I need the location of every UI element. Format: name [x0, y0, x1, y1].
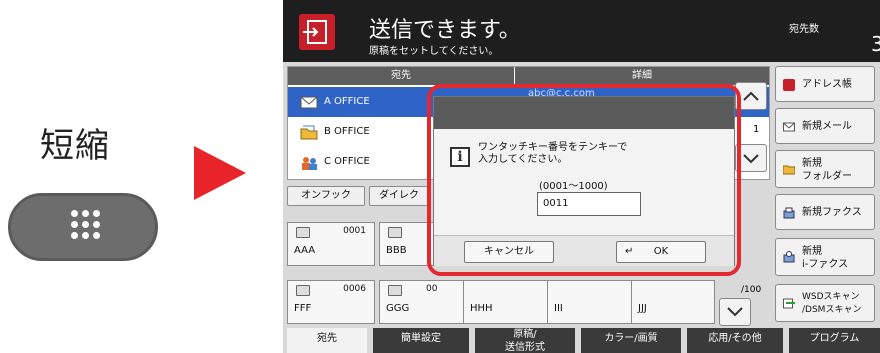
status-title: 送信できます。 — [369, 18, 521, 43]
new-ifax-button[interactable]: 新規 i-ファクス — [775, 238, 875, 276]
right-arrow-icon — [194, 146, 246, 200]
destination-count-label: 宛先数 — [789, 24, 819, 35]
direct-button[interactable]: ダイレク — [369, 186, 429, 206]
button-label: アドレス帳 — [802, 79, 852, 90]
one-touch-key[interactable]: 00 GGG — [379, 280, 467, 324]
key-name: HHH — [470, 303, 493, 314]
wsd-scan-button[interactable]: WSDスキャン /DSMスキャン — [775, 284, 875, 322]
list-page-indicator: 1 — [753, 124, 760, 135]
folder-icon — [782, 163, 796, 175]
one-touch-key[interactable]: III — [547, 280, 635, 324]
button-label: 新規メール — [802, 121, 852, 132]
shortcut-label: 短縮 — [40, 126, 110, 166]
destination-count: 3 — [871, 32, 880, 56]
ifax-icon — [783, 251, 795, 263]
key-name: AAA — [294, 245, 316, 256]
key-name: JJJ — [638, 303, 647, 314]
tab-program[interactable]: プログラム — [789, 328, 880, 353]
address-book-icon — [783, 79, 795, 91]
destination-name: B OFFICE — [324, 126, 370, 137]
button-label: 新規 i-ファクス — [802, 246, 849, 270]
folder-icon — [300, 124, 318, 140]
fax-icon — [783, 207, 795, 219]
one-touch-key[interactable]: JJJ — [631, 280, 715, 324]
keypad-dots-icon — [71, 210, 101, 246]
highlight-frame — [427, 84, 741, 276]
one-touch-key[interactable]: 0001 AAA — [287, 222, 375, 266]
destination-name: C OFFICE — [324, 156, 370, 167]
button-label: WSDスキャン /DSMスキャン — [802, 292, 862, 315]
key-name: GGG — [386, 303, 410, 314]
device-screen: 送信できます。 原稿をセットしてください。 宛先数 3 宛先 詳細 A OFFI… — [283, 0, 880, 353]
key-scroll-down-button[interactable] — [719, 298, 751, 326]
button-label: 新規ファクス — [802, 207, 862, 218]
page-indicator: /100 — [741, 285, 762, 295]
email-icon — [296, 227, 310, 238]
email-icon — [388, 285, 402, 296]
button-label: 新規 フォルダー — [802, 158, 852, 182]
address-book-button[interactable]: アドレス帳 — [775, 66, 875, 102]
send-icon — [299, 14, 335, 50]
tab-original-send-format[interactable]: 原稿/ 送信形式 — [475, 328, 575, 353]
tab-quick-setup[interactable]: 簡単設定 — [373, 328, 469, 353]
key-number: 0001 — [343, 226, 366, 236]
one-touch-key[interactable]: HHH — [463, 280, 551, 324]
new-fax-button[interactable]: 新規ファクス — [775, 194, 875, 230]
group-icon — [300, 154, 318, 170]
key-number-partial: 00 — [426, 284, 438, 294]
tab-advanced[interactable]: 応用/その他 — [687, 328, 783, 353]
tab-color-quality[interactable]: カラー/画質 — [581, 328, 681, 353]
one-touch-key-button[interactable] — [8, 193, 158, 261]
tab-destination[interactable]: 宛先 — [287, 328, 367, 353]
scanner-icon — [783, 297, 795, 309]
one-touch-key[interactable]: 0006 FFF — [287, 280, 375, 324]
email-icon — [388, 227, 402, 238]
key-name: III — [554, 303, 563, 314]
new-folder-button[interactable]: 新規 フォルダー — [775, 150, 875, 188]
email-icon — [783, 121, 795, 133]
destination-name: A OFFICE — [324, 96, 370, 107]
status-subtitle: 原稿をセットしてください。 — [369, 46, 499, 57]
email-icon — [296, 285, 310, 296]
key-name: FFF — [294, 303, 312, 314]
key-name: BBB — [386, 245, 407, 256]
email-icon — [300, 94, 318, 110]
column-header-destination: 宛先 — [288, 67, 514, 85]
key-number: 0006 — [343, 284, 366, 294]
on-hook-button[interactable]: オンフック — [287, 186, 365, 206]
new-email-button[interactable]: 新規メール — [775, 108, 875, 144]
